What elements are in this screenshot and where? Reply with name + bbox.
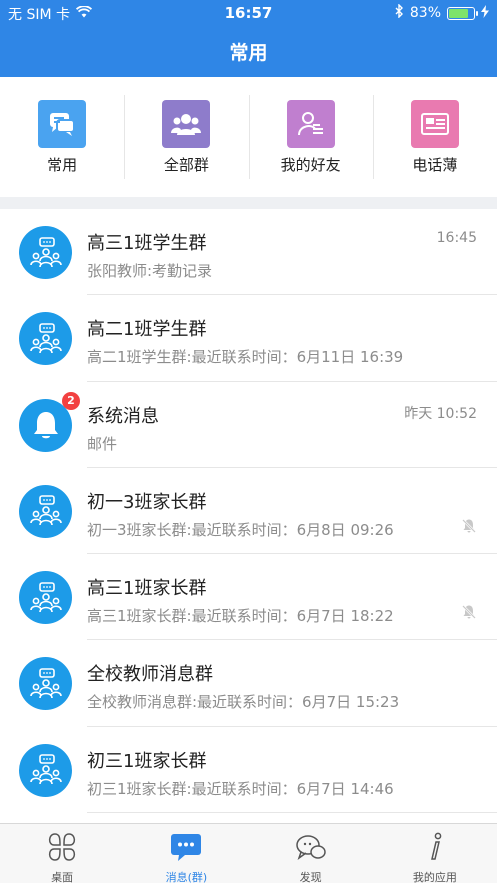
conversation-title: 全校教师消息群	[87, 664, 213, 686]
quick-entry-label: 全部群	[163, 156, 209, 174]
quick-entry-all-groups[interactable]: 全部群	[124, 77, 248, 197]
conversation-time: 昨天 10:52	[404, 405, 477, 422]
desktop-grid-icon	[46, 832, 78, 866]
battery-icon	[447, 6, 478, 20]
conversation-row[interactable]: 全校教师消息群 全校教师消息群:最近联系时间：6月7日 15:23	[0, 640, 497, 728]
conversation-row[interactable]: 高三1班学生群 张阳教师:考勤记录 16:45	[0, 209, 497, 296]
info-icon	[419, 832, 451, 866]
conversation-title: 高三1班学生群	[87, 233, 207, 254]
conversation-preview: 高三1班家长群:最近联系时间：6月7日 18:22	[87, 607, 394, 626]
quick-entries: 常用 全部群 我的好友 电话薄	[0, 77, 497, 197]
group-chat-icon	[19, 657, 72, 711]
tab-label: 桌面	[51, 871, 74, 883]
conversation-title: 初三1班家长群	[87, 750, 207, 772]
tab-desktop[interactable]: 桌面	[0, 824, 124, 883]
quick-entry-label: 电话薄	[412, 156, 458, 174]
tab-label: 发现	[299, 871, 322, 883]
quick-entry-common[interactable]: 常用	[0, 77, 124, 197]
battery-level	[449, 8, 468, 18]
conversation-preview: 初三1班家长群:最近联系时间：6月7日 14:46	[87, 779, 394, 798]
tab-messages[interactable]: 消息(群)	[124, 824, 248, 883]
message-icon	[170, 832, 202, 866]
chat-bubbles-icon	[38, 100, 87, 148]
tab-my-apps[interactable]: 我的应用	[373, 824, 497, 883]
conversation-row[interactable]: 高三1班家长群 高三1班家长群:最近联系时间：6月7日 18:22	[0, 554, 497, 641]
conversation-title: 高二1班学生群	[87, 319, 207, 341]
section-divider	[0, 197, 497, 209]
tab-label: 我的应用	[412, 871, 457, 883]
conversation-row[interactable]: 初一3班家长群 初一3班家长群:最近联系时间：6月8日 09:26	[0, 468, 497, 555]
group-chat-icon	[19, 571, 72, 625]
conversation-title: 系统消息	[87, 405, 159, 427]
conversation-preview: 高二1班学生群:最近联系时间：6月11日 16:39	[87, 348, 404, 367]
mute-bell-icon	[461, 518, 477, 538]
group-chat-icon	[19, 312, 72, 366]
group-chat-icon	[19, 226, 72, 279]
page-title: 常用	[229, 42, 268, 64]
battery-percent: 83%	[409, 5, 441, 21]
conversation-preview: 邮件	[87, 434, 118, 453]
conversation-preview: 初一3班家长群:最近联系时间：6月8日 09:26	[87, 520, 394, 539]
conversation-title: 初一3班家长群	[87, 491, 207, 513]
group-icon	[162, 100, 211, 148]
header: 无 SIM 卡 16:57 83% 常用	[0, 0, 497, 77]
conversation-row[interactable]: 高二1班学生群 高二1班学生群:最近联系时间：6月11日 16:39	[0, 295, 497, 382]
charging-icon	[481, 4, 489, 22]
group-chat-icon	[19, 484, 72, 538]
tab-discover[interactable]: 发现	[249, 824, 373, 883]
quick-entry-label: 常用	[47, 156, 78, 174]
quick-entry-phonebook[interactable]: 电话薄	[372, 77, 497, 197]
conversation-list: 高三1班学生群 张阳教师:考勤记录 16:45 高二1班学生群 高二1班学生群:…	[0, 209, 497, 823]
quick-entry-friends[interactable]: 我的好友	[248, 77, 373, 197]
conversation-title: 高三1班家长群	[87, 578, 207, 600]
conversation-preview: 全校教师消息群:最近联系时间：6月7日 15:23	[87, 693, 400, 712]
quick-entry-label: 我的好友	[280, 156, 341, 174]
conversation-time: 16:45	[436, 230, 477, 246]
mute-bell-icon	[461, 604, 477, 624]
friend-icon	[286, 100, 335, 148]
unread-badge: 2	[62, 391, 80, 410]
contact-card-icon	[410, 100, 459, 148]
discover-icon	[295, 832, 327, 866]
tab-bar: 桌面 消息(群) 发现 我的应用	[0, 823, 497, 883]
status-bar: 无 SIM 卡 16:57 83%	[0, 0, 497, 26]
conversation-row[interactable]: 初三1班家长群 初三1班家长群:最近联系时间：6月7日 14:46	[0, 727, 497, 814]
group-chat-icon	[19, 743, 72, 797]
bluetooth-icon	[395, 3, 404, 22]
conversation-row[interactable]: 2 系统消息 邮件 昨天 10:52	[0, 382, 497, 469]
tab-label: 消息(群)	[165, 871, 208, 883]
conversation-preview: 张阳教师:考勤记录	[87, 262, 213, 280]
